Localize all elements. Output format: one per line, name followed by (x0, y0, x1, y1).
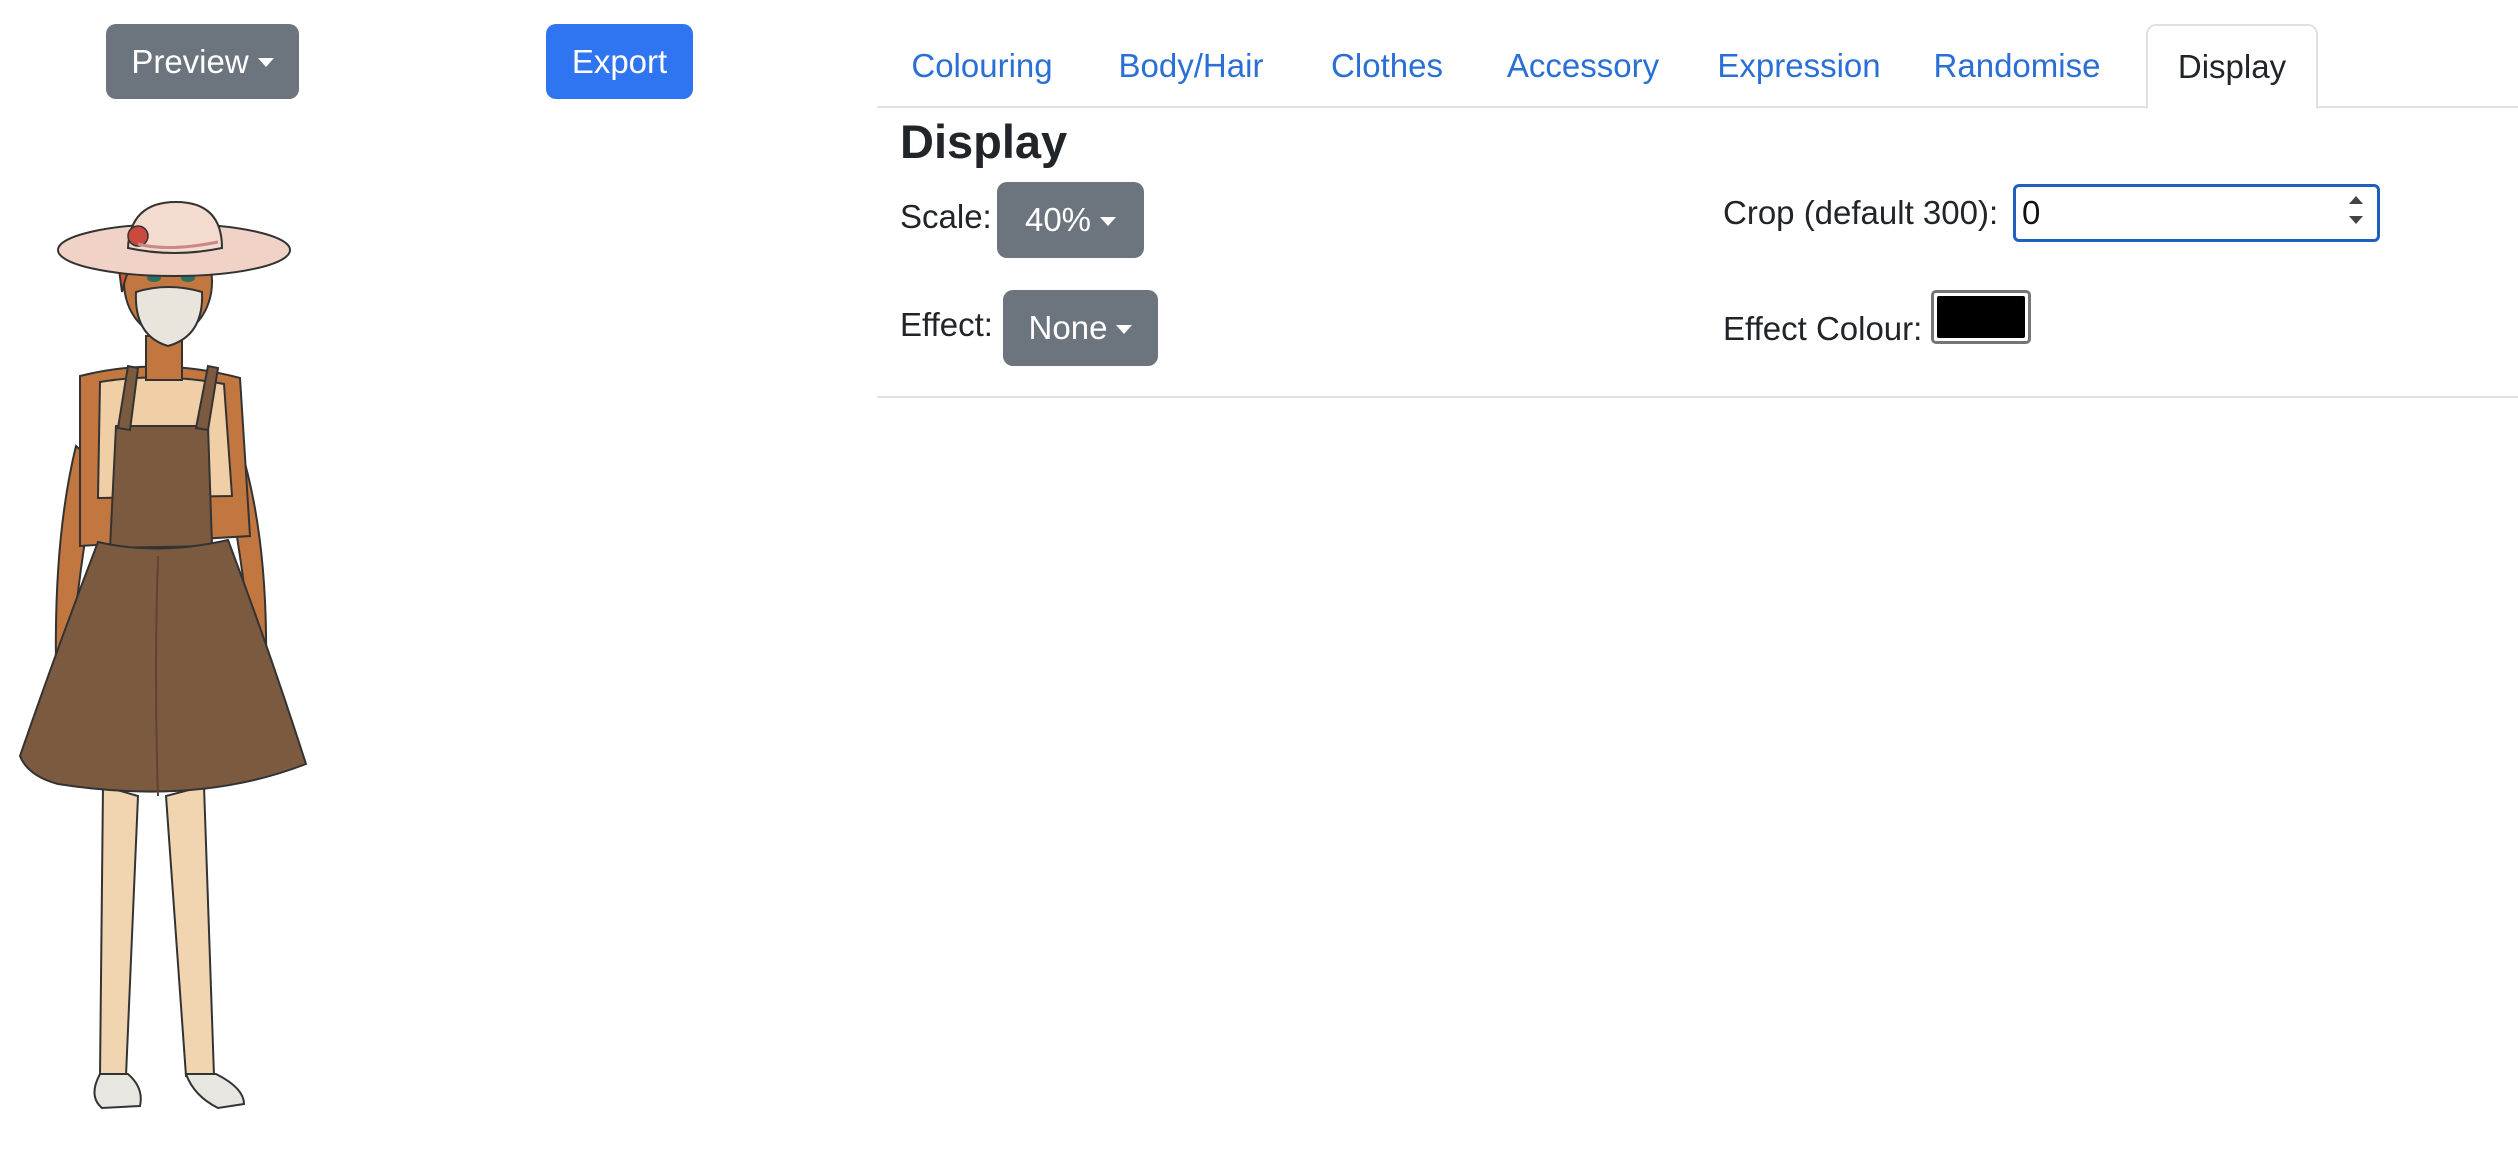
spinner-up-icon[interactable] (2349, 196, 2363, 204)
preview-button-label: Preview (131, 42, 249, 80)
effect-dropdown-button[interactable]: None (1003, 290, 1158, 366)
tab-colouring[interactable]: Colouring (887, 24, 1077, 108)
export-button-label: Export (571, 42, 668, 80)
display-panel: Display Scale: 40% Effect: None Crop (de… (877, 108, 2518, 398)
scale-label: Scale: (900, 198, 992, 235)
scale-dropdown-button[interactable]: 40% (997, 182, 1144, 258)
character-preview-image (18, 200, 308, 1110)
tab-accessory[interactable]: Accessory (1485, 24, 1681, 108)
effect-colour-fill (1937, 296, 2025, 338)
crop-label: Crop (default 300): (1723, 194, 1999, 231)
spinner-down-icon[interactable] (2349, 216, 2363, 224)
preview-dropdown-button[interactable]: Preview (106, 24, 299, 99)
effect-label: Effect: (900, 306, 993, 343)
crop-input[interactable] (2013, 184, 2380, 242)
chevron-down-icon (1116, 324, 1133, 334)
tab-clothes[interactable]: Clothes (1305, 24, 1469, 108)
tab-bar: Colouring Body/Hair Clothes Accessory Ex… (877, 24, 2518, 110)
panel-title: Display (900, 115, 1068, 168)
effect-value: None (1028, 309, 1108, 346)
effect-colour-label: Effect Colour: (1723, 310, 1923, 347)
scale-value: 40% (1024, 201, 1092, 238)
effect-colour-picker[interactable] (1931, 290, 2031, 344)
export-button[interactable]: Export (546, 24, 693, 99)
tab-expression[interactable]: Expression (1697, 24, 1901, 108)
tab-randomise[interactable]: Randomise (1917, 24, 2117, 108)
tab-body-hair[interactable]: Body/Hair (1093, 24, 1289, 108)
chevron-down-icon (1100, 216, 1117, 226)
chevron-down-icon (257, 58, 274, 67)
crop-spinner[interactable] (2341, 190, 2371, 236)
tab-display[interactable]: Display (2146, 24, 2318, 110)
